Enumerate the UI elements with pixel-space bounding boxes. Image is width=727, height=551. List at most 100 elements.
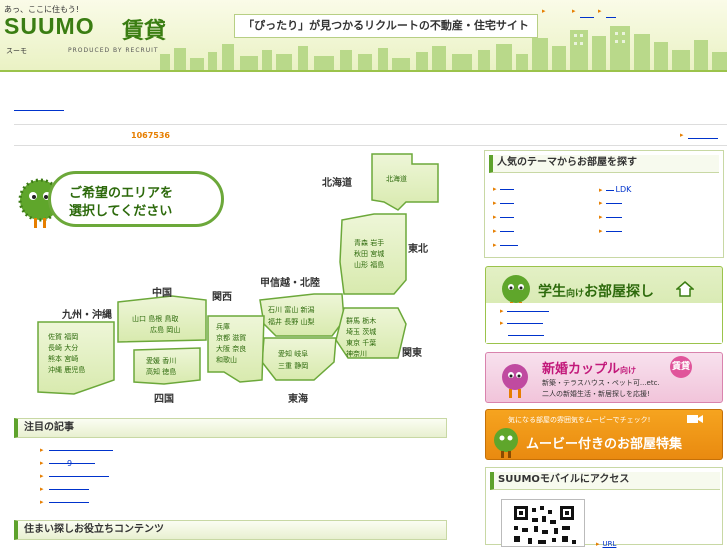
movie-subtitle: 気になる部屋の雰囲気をムービーでチェック!: [508, 416, 651, 424]
student-link[interactable]: [500, 331, 544, 339]
suumo-couple-icon: [502, 364, 528, 398]
pref-row[interactable]: 熊本 宮崎: [48, 354, 85, 365]
logo-kana: スーモ: [6, 47, 27, 55]
pref-row[interactable]: 高知 徳島: [146, 367, 176, 378]
newlywed-title: 新婚カップル向け: [542, 358, 636, 377]
pref-row[interactable]: 沖縄 鹿児島: [48, 365, 85, 376]
pref-row[interactable]: 青森 岩手: [354, 238, 384, 249]
area-select-bubble: ご希望のエリアを 選択してください: [48, 171, 224, 227]
top-link-3-underline[interactable]: [606, 17, 616, 18]
pref-row[interactable]: 埼玉 茨城: [346, 327, 376, 338]
pref-row[interactable]: 群馬 栃木: [346, 316, 376, 327]
divider: [14, 145, 727, 146]
top-link-2-underline[interactable]: [580, 17, 594, 18]
list-item[interactable]: 9: [40, 459, 160, 472]
mobile-access-title: SUUMOモバイルにアクセス: [490, 472, 720, 490]
pref-row[interactable]: 長崎 大分: [48, 343, 85, 354]
pref-row[interactable]: 福井 長野 山梨: [268, 316, 314, 328]
label-shikoku[interactable]: 四国: [154, 390, 174, 405]
theme-link[interactable]: ▸: [493, 241, 518, 249]
pref-row[interactable]: 山形 福島: [354, 260, 384, 271]
label-hokkaido[interactable]: 北海道: [322, 174, 352, 189]
home-icon: [676, 281, 694, 297]
label-koshinetsu-hokuriku[interactable]: 甲信越・北陸: [260, 274, 320, 289]
pref-row[interactable]: 愛知 岐阜: [278, 348, 308, 360]
pref-row[interactable]: 三重 静岡: [278, 360, 308, 372]
theme-link[interactable]: ▸: [599, 199, 622, 207]
prefs-kansai: 兵庫 京都 滋賀 大阪 奈良 和歌山: [216, 322, 246, 366]
theme-link[interactable]: ▸: [599, 213, 622, 221]
label-kyushu-okinawa[interactable]: 九州・沖縄: [62, 306, 112, 321]
useful-contents-heading: 住まい探しお役立ちコンテンツ: [14, 520, 447, 540]
pref-row[interactable]: 和歌山: [216, 355, 246, 366]
theme-link-ldk[interactable]: ▸ LDK: [599, 185, 631, 194]
student-link[interactable]: ▸: [500, 319, 543, 327]
label-tohoku[interactable]: 東北: [408, 240, 428, 255]
pref-row[interactable]: 広島 岡山: [132, 325, 180, 336]
prefs-tokai: 愛知 岐阜 三重 静岡: [278, 348, 308, 372]
suumo-mascot-icon: [494, 428, 518, 458]
divider: [14, 124, 727, 125]
header-catchphrase: 「ぴったり」が見つかるリクルートの不動産・住宅サイト: [234, 14, 538, 38]
movie-banner[interactable]: 気になる部屋の雰囲気をムービーでチェック! ムービー付きのお部屋特集: [485, 409, 723, 460]
student-title: 学生向けお部屋探し: [538, 281, 654, 301]
theme-link[interactable]: ▸: [493, 227, 514, 235]
prefs-shikoku: 愛媛 香川 高知 徳島: [146, 356, 176, 378]
breadcrumb-link[interactable]: [14, 110, 64, 111]
japan-area-map: ご希望のエリアを 選択してください 北海道 東北 甲信越・北陸 関東 東海 関西…: [14, 152, 454, 414]
student-title-pre: 学生: [538, 284, 566, 300]
pref-row[interactable]: 石川 富山 新潟: [268, 304, 314, 316]
newlywed-title-suffix: 向け: [620, 366, 637, 375]
qr-code: [501, 499, 585, 547]
pref-hokkaido[interactable]: 北海道: [386, 174, 407, 184]
label-kansai[interactable]: 関西: [212, 288, 232, 303]
list-item[interactable]: [40, 498, 160, 511]
prefs-kanto: 群馬 栃木 埼玉 茨城 東京 千葉 神奈川: [346, 316, 376, 360]
video-camera-icon: [687, 415, 703, 423]
student-links: ▸ ▸: [486, 303, 722, 343]
property-count: 1067536: [131, 131, 170, 140]
theme-link[interactable]: ▸: [599, 227, 622, 235]
popular-themes-title: 人気のテーマからお部屋を探す: [489, 155, 719, 173]
top-link-3[interactable]: ▸: [598, 7, 602, 15]
suumo-logo[interactable]: SUUMO: [4, 13, 95, 40]
popular-themes-box: 人気のテーマからお部屋を探す ▸ ▸ ▸ ▸ ▸ ▸ LDK ▸ ▸ ▸: [484, 150, 724, 258]
theme-link[interactable]: ▸: [493, 213, 514, 221]
student-link[interactable]: ▸: [500, 307, 549, 315]
label-kanto[interactable]: 関東: [402, 344, 422, 359]
newlywed-line1: 新築・テラスハウス・ペット可...etc.: [542, 379, 660, 387]
prefs-tohoku: 青森 岩手 秋田 宮城 山形 福島: [354, 238, 384, 271]
pref-row[interactable]: 神奈川: [346, 349, 376, 360]
top-link-2[interactable]: ▸: [572, 7, 576, 15]
qr-code-image: [514, 506, 576, 544]
top-link-1[interactable]: ▸: [542, 7, 546, 15]
list-item[interactable]: [40, 446, 160, 459]
list-item[interactable]: [40, 472, 160, 485]
right-header-link[interactable]: ▸: [680, 131, 718, 139]
bubble-line1: ご希望のエリアを: [69, 186, 174, 201]
student-title-mid: 向け: [566, 289, 585, 299]
newlywed-banner[interactable]: 新婚カップル向け 賃貸 新築・テラスハウス・ペット可...etc. 二人の新婚生…: [485, 352, 723, 403]
label-tokai[interactable]: 東海: [288, 390, 308, 405]
list-item[interactable]: [40, 485, 160, 498]
header-top-links: ▸ ▸ ▸: [542, 7, 632, 21]
pref-row[interactable]: 秋田 宮城: [354, 249, 384, 260]
pref-row[interactable]: 大阪 奈良: [216, 344, 246, 355]
prefs-hokuriku: 石川 富山 新潟 福井 長野 山梨: [268, 304, 314, 328]
theme-link[interactable]: ▸: [493, 185, 514, 193]
mobile-url-link[interactable]: ▸ URL: [596, 540, 616, 548]
bubble-line2: 選択してください: [69, 204, 173, 219]
student-banner[interactable]: 学生向けお部屋探し ▸ ▸: [485, 266, 723, 344]
pref-row[interactable]: 山口 島根 鳥取: [132, 314, 180, 325]
mobile-url-label: URL: [602, 540, 617, 548]
pref-row[interactable]: 兵庫: [216, 322, 246, 333]
featured-articles-heading: 注目の記事: [14, 418, 447, 438]
theme-link[interactable]: ▸: [493, 199, 514, 207]
movie-title: ムービー付きのお部屋特集: [526, 437, 683, 452]
pref-row[interactable]: 京都 滋賀: [216, 333, 246, 344]
newlywed-title-main: 新婚カップル: [542, 362, 621, 377]
pref-row[interactable]: 東京 千葉: [346, 338, 376, 349]
pref-row[interactable]: 佐賀 福岡: [48, 332, 85, 343]
pref-row[interactable]: 愛媛 香川: [146, 356, 176, 367]
label-chugoku[interactable]: 中国: [152, 284, 172, 299]
